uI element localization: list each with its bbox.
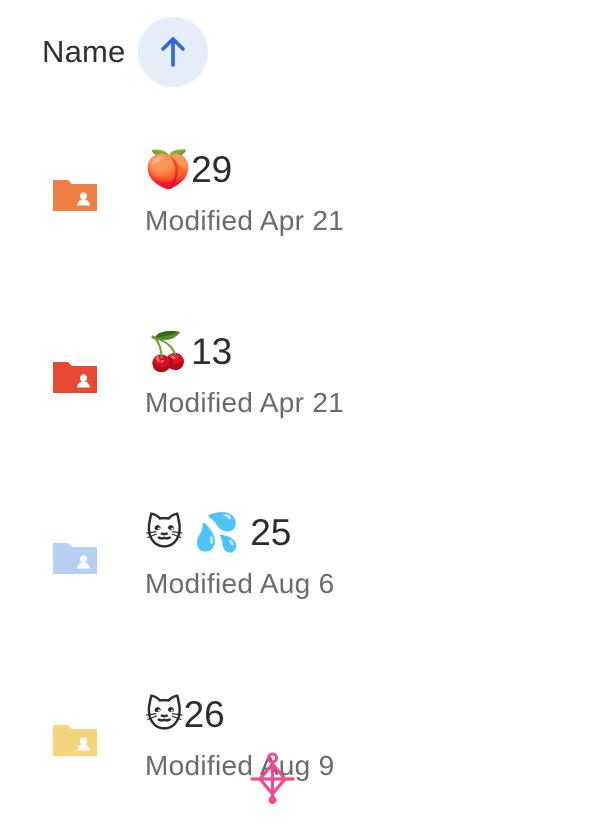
- file-list: 🍑29 Modified Apr 21 🍒13 Modified Apr 21 …: [0, 0, 600, 833]
- modified-date: Modified Aug 9: [145, 750, 335, 781]
- shared-folder-icon: [53, 362, 97, 393]
- file-row[interactable]: 🐱26 Modified Aug 9: [0, 687, 600, 807]
- file-row[interactable]: 🍑29 Modified Apr 21: [0, 142, 600, 262]
- file-name: 🍒13: [145, 331, 233, 372]
- modified-date: Modified Aug 6: [145, 568, 335, 599]
- file-name: 🐱 💦 25: [145, 512, 292, 553]
- file-name: 🍑29: [145, 149, 233, 190]
- modified-date: Modified Apr 21: [145, 387, 345, 418]
- shared-folder-icon: [53, 543, 97, 574]
- modified-date: Modified Apr 21: [145, 205, 345, 236]
- shared-folder-icon: [53, 180, 97, 211]
- file-row[interactable]: 🐱 💦 25 Modified Aug 6: [0, 505, 600, 625]
- file-row[interactable]: 🍒13 Modified Apr 21: [0, 324, 600, 444]
- shared-folder-icon: [53, 725, 97, 756]
- file-name: 🐱26: [145, 694, 225, 735]
- pink-cursor-marker-icon: [250, 752, 295, 804]
